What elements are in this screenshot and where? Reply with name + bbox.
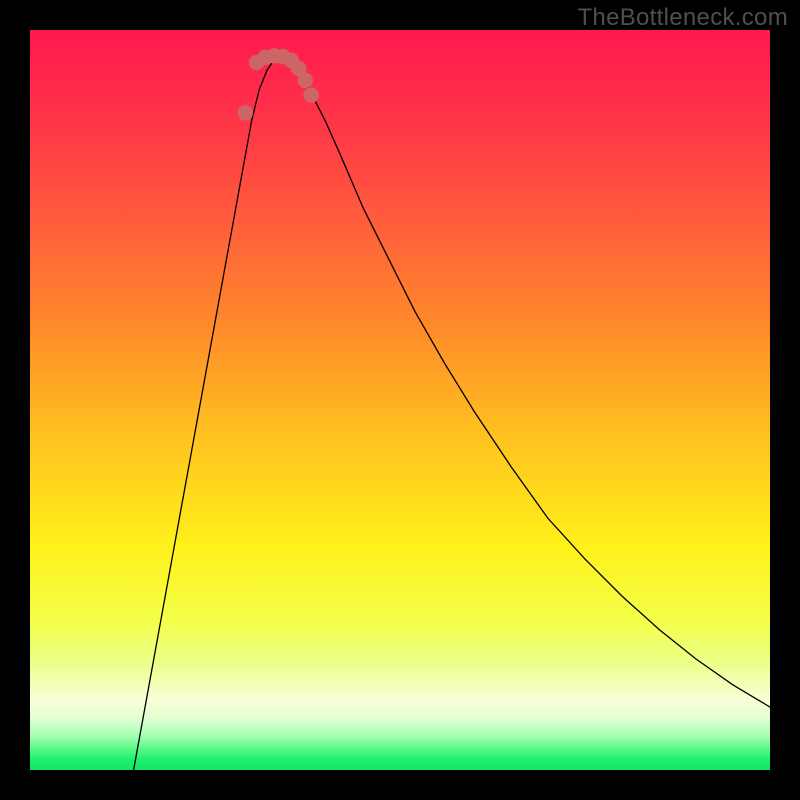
chart-frame: TheBottleneck.com — [0, 0, 800, 800]
gradient-rect — [30, 30, 770, 770]
watermark-text: TheBottleneck.com — [577, 4, 788, 32]
plot-area — [30, 30, 770, 770]
chart-svg — [30, 30, 770, 770]
marker-dot — [298, 73, 314, 89]
marker-dot — [238, 105, 254, 121]
marker-dot — [303, 87, 319, 103]
